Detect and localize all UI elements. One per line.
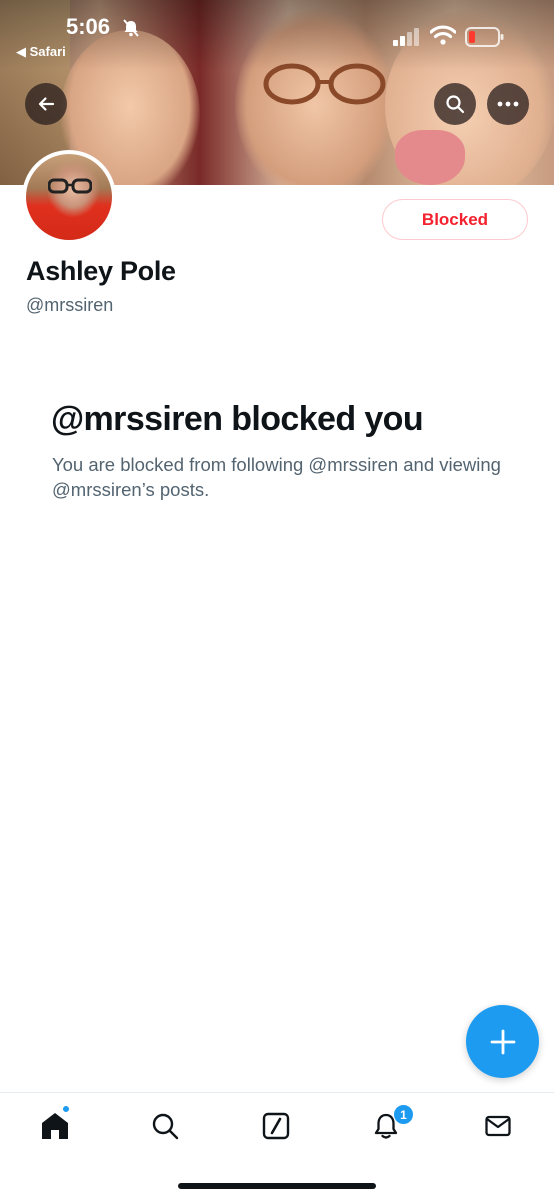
back-arrow-icon [38, 97, 55, 111]
back-triangle-icon: ◀ [16, 44, 30, 59]
cellular-signal-icon [393, 28, 419, 46]
profile-handle: @mrssiren [26, 295, 114, 315]
blocked-notice-description: You are blocked from following @mrssiren… [52, 454, 501, 500]
tab-explore[interactable] [148, 1109, 182, 1143]
home-icon [42, 1113, 68, 1139]
mail-icon [485, 1115, 511, 1137]
compose-plus-icon [490, 1029, 515, 1054]
back-button[interactable] [25, 83, 67, 125]
safari-back-label: Safari [29, 44, 66, 59]
home-unread-dot [62, 1105, 70, 1113]
banner-tongue [395, 130, 465, 185]
bell-slash-icon [123, 19, 139, 37]
more-icon [497, 101, 519, 107]
more-button[interactable] [487, 83, 529, 125]
battery-icon [465, 27, 504, 47]
wifi-icon [430, 25, 456, 45]
status-time: 5:06 [66, 14, 111, 39]
blocked-notice-title: @mrssiren blocked you [51, 400, 424, 438]
tab-grok[interactable] [259, 1109, 293, 1143]
bottom-tab-bar: 1 [0, 1092, 554, 1200]
search-button[interactable] [434, 83, 476, 125]
blocked-button[interactable]: Blocked [382, 199, 528, 240]
home-indicator [178, 1183, 376, 1189]
explore-search-icon [152, 1113, 179, 1140]
compose-button[interactable] [466, 1005, 539, 1078]
grok-icon [262, 1112, 290, 1140]
tab-messages[interactable] [481, 1109, 515, 1143]
avatar-glasses [48, 178, 92, 194]
display-name: Ashley Pole [26, 256, 176, 286]
search-icon [446, 95, 465, 114]
tab-home[interactable] [38, 1109, 72, 1143]
safari-back-link[interactable]: ◀ Safari [16, 44, 66, 60]
avatar[interactable] [22, 150, 116, 244]
notifications-badge: 1 [393, 1104, 414, 1125]
